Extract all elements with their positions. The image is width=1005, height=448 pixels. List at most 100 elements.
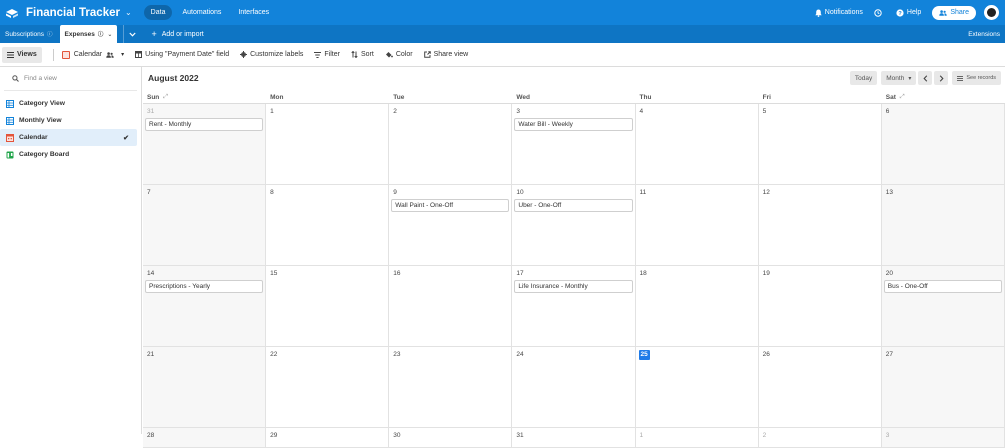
calendar-day-cell[interactable]: 1 bbox=[266, 104, 390, 185]
tab-subscriptions[interactable]: Subscriptions ⓘ bbox=[0, 25, 58, 43]
add-or-import-label: Add or import bbox=[161, 30, 204, 38]
divider bbox=[52, 48, 54, 61]
calendar-day-cell[interactable]: 28 bbox=[143, 428, 267, 448]
calendar-day-cell[interactable]: 23 bbox=[389, 347, 513, 428]
today-button[interactable]: Today bbox=[849, 71, 878, 85]
avatar[interactable] bbox=[984, 5, 999, 20]
next-month-button[interactable] bbox=[934, 71, 949, 85]
calendar-day-cell[interactable]: 31 Rent - Monthly bbox=[143, 104, 267, 185]
color-button[interactable]: Color bbox=[385, 51, 413, 58]
calendar-day-cell[interactable]: 9 Wall Paint - One-Off bbox=[389, 185, 513, 266]
view-item-label: Category Board bbox=[19, 151, 70, 158]
share-view-button[interactable]: Share view bbox=[423, 51, 468, 58]
calendar-event[interactable]: Wall Paint - One-Off bbox=[391, 199, 510, 212]
sort-label: Sort bbox=[360, 51, 374, 58]
nav-automations[interactable]: Automations bbox=[175, 5, 228, 20]
date-field-button[interactable]: Using "Payment Date" field bbox=[135, 51, 229, 58]
view-item-calendar[interactable]: Calendar ✔ bbox=[0, 129, 137, 146]
day-number: 2 bbox=[393, 108, 397, 115]
calendar-day-cell[interactable]: 3 Water Bill - Weekly bbox=[512, 104, 636, 185]
day-number: 29 bbox=[270, 432, 278, 439]
range-select[interactable]: Month ▾ bbox=[881, 71, 917, 85]
calendar-day-cell[interactable]: 21 bbox=[143, 347, 267, 428]
calendar-day-cell[interactable]: 8 bbox=[266, 185, 390, 266]
logo-icon[interactable] bbox=[5, 8, 19, 18]
search-icon bbox=[12, 75, 19, 82]
chevron-down-icon bbox=[129, 32, 137, 37]
calendar-day-cell[interactable]: 3 bbox=[881, 428, 1005, 448]
calendar-day-cell[interactable]: 6 bbox=[881, 104, 1005, 185]
day-number: 10 bbox=[516, 189, 524, 196]
calendar-day-cell[interactable]: 2 bbox=[758, 428, 882, 448]
view-item-monthly-view[interactable]: Monthly View bbox=[0, 112, 137, 129]
tab-expenses[interactable]: Expenses ⓘ ⌄ bbox=[59, 25, 118, 43]
paint-bucket-icon bbox=[385, 52, 393, 58]
view-item-category-board[interactable]: Category Board bbox=[0, 146, 137, 163]
calendar-day-cell[interactable]: 12 bbox=[758, 185, 882, 266]
calendar-event[interactable]: Water Bill - Weekly bbox=[514, 118, 633, 131]
view-name-button[interactable]: Calendar ▾ bbox=[61, 50, 124, 59]
add-or-import-button[interactable]: + Add or import bbox=[151, 29, 203, 39]
calendar-day-cell[interactable]: 27 bbox=[881, 347, 1005, 428]
calendar-event[interactable]: Bus - One-Off bbox=[883, 280, 1002, 293]
calendar-day-cell[interactable]: 16 bbox=[389, 266, 513, 347]
help-button[interactable]: ? Help bbox=[896, 8, 921, 17]
calendar-day-cell[interactable]: 19 bbox=[758, 266, 882, 347]
notifications-button[interactable]: Notifications bbox=[815, 9, 863, 17]
calendar-day-cell[interactable]: 17 Life Insurance - Monthly bbox=[512, 266, 636, 347]
table-tabs: Subscriptions ⓘ Expenses ⓘ ⌄ + Add or im… bbox=[0, 25, 1005, 43]
view-item-category-view[interactable]: Category View bbox=[0, 95, 137, 112]
day-number: 30 bbox=[393, 432, 401, 439]
nav-interfaces[interactable]: Interfaces bbox=[231, 5, 276, 20]
filter-button[interactable]: Filter bbox=[314, 51, 340, 58]
calendar-day-cell[interactable]: 13 bbox=[881, 185, 1005, 266]
extensions-button[interactable]: Extensions bbox=[968, 31, 1000, 38]
views-sidebar: Find a view Category View Monthly View C… bbox=[0, 67, 142, 434]
calendar-event[interactable]: Life Insurance - Monthly bbox=[514, 280, 633, 293]
calendar-day-cell[interactable]: 10 Uber - One-Off bbox=[512, 185, 636, 266]
calendar-day-cell[interactable]: 4 bbox=[635, 104, 759, 185]
calendar-event[interactable]: Rent - Monthly bbox=[145, 118, 264, 131]
calendar-day-cell[interactable]: 24 bbox=[512, 347, 636, 428]
calendar-day-cell[interactable]: 11 bbox=[635, 185, 759, 266]
calendar-day-cell[interactable]: 7 bbox=[143, 185, 267, 266]
calendar-day-cell[interactable]: 1 bbox=[635, 428, 759, 448]
calendar-day-cell[interactable]: 31 bbox=[512, 428, 636, 448]
share-label: Share bbox=[950, 9, 969, 16]
kanban-icon bbox=[6, 151, 14, 158]
chevron-down-icon[interactable]: ⌄ bbox=[125, 8, 132, 17]
history-icon bbox=[874, 8, 882, 17]
calendar-day-cell[interactable]: 20 Bus - One-Off bbox=[881, 266, 1005, 347]
calendar-day-cell[interactable]: 25 bbox=[635, 347, 759, 428]
calendar-day-cell[interactable]: 29 bbox=[266, 428, 390, 448]
calendar-day-cell[interactable]: 5 bbox=[758, 104, 882, 185]
customize-labels-button[interactable]: Customize labels bbox=[240, 51, 303, 58]
calendar-day-cell[interactable]: 15 bbox=[266, 266, 390, 347]
gear-icon bbox=[240, 51, 248, 58]
see-records-button[interactable]: See records bbox=[952, 71, 1001, 85]
tables-dropdown-button[interactable] bbox=[123, 25, 141, 43]
expand-icon[interactable]: ⤢ bbox=[163, 94, 168, 101]
views-toggle-button[interactable]: Views bbox=[2, 46, 42, 63]
top-nav: Data Automations Interfaces bbox=[143, 5, 279, 20]
calendar-event[interactable]: Prescriptions - Yearly bbox=[145, 280, 264, 293]
calendar-event[interactable]: Uber - One-Off bbox=[514, 199, 633, 212]
chevron-down-icon[interactable]: ⌄ bbox=[107, 31, 112, 38]
calendar-day-cell[interactable]: 18 bbox=[635, 266, 759, 347]
calendar-view: August 2022 Today Month ▾ See records Su… bbox=[143, 67, 1005, 448]
app-title[interactable]: Financial Tracker bbox=[26, 7, 120, 19]
find-view-search[interactable]: Find a view bbox=[4, 67, 137, 91]
sort-button[interactable]: Sort bbox=[351, 51, 374, 58]
history-button[interactable] bbox=[874, 8, 885, 17]
calendar-day-cell[interactable]: 2 bbox=[389, 104, 513, 185]
nav-data[interactable]: Data bbox=[143, 5, 173, 20]
day-number: 17 bbox=[516, 270, 524, 277]
sort-icon bbox=[351, 51, 358, 58]
calendar-day-cell[interactable]: 22 bbox=[266, 347, 390, 428]
calendar-day-cell[interactable]: 14 Prescriptions - Yearly bbox=[143, 266, 267, 347]
calendar-day-cell[interactable]: 30 bbox=[389, 428, 513, 448]
share-button[interactable]: Share bbox=[932, 5, 976, 20]
expand-icon[interactable]: ⤢ bbox=[900, 94, 905, 101]
prev-month-button[interactable] bbox=[918, 71, 933, 85]
calendar-day-cell[interactable]: 26 bbox=[758, 347, 882, 428]
